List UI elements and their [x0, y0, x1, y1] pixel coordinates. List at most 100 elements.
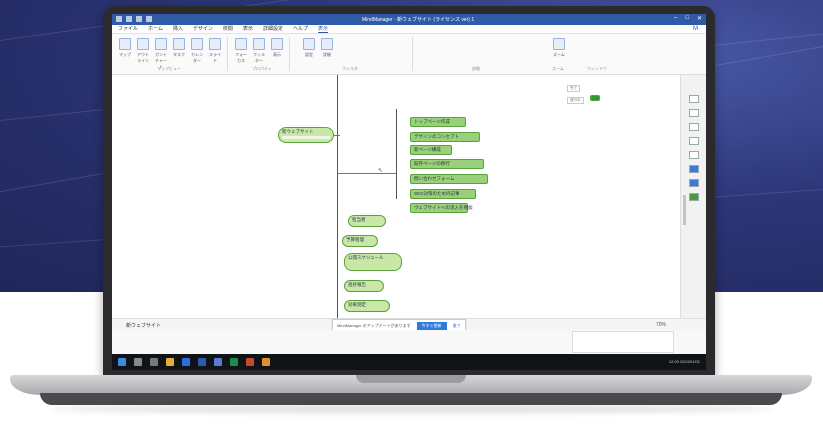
panel-icon[interactable]	[689, 109, 699, 117]
vertical-scrollbar[interactable]	[683, 195, 686, 225]
central-topic[interactable]: 新ウェブサイト	[278, 127, 334, 143]
help-icon[interactable]: M·	[693, 26, 700, 32]
ribbon-button-filter[interactable]: フィルター	[252, 38, 266, 64]
word-icon[interactable]	[198, 358, 206, 366]
laptop-shadow	[50, 405, 772, 413]
tab-insert[interactable]: 挿入	[173, 25, 183, 33]
mouse-cursor-icon: ↖	[378, 168, 384, 174]
later-button[interactable]: 後で	[453, 323, 461, 329]
panel-icon[interactable]	[689, 179, 699, 187]
topic-node[interactable]: デザインのコンセプト	[410, 132, 480, 142]
panel-icon[interactable]	[689, 95, 699, 103]
title-bar: MindManager - 新ウェブサイト (ライセンス ver) 1 – □ …	[112, 14, 706, 25]
tab-review[interactable]: 校閲	[223, 25, 233, 33]
ribbon-button-detail[interactable]: 詳細	[320, 38, 334, 58]
excel-icon[interactable]	[230, 358, 238, 366]
panel-icon[interactable]	[689, 193, 699, 201]
ribbon-separator	[227, 37, 228, 71]
search-icon[interactable]	[134, 358, 142, 366]
mindmanager-icon[interactable]	[214, 358, 222, 366]
gear-icon	[303, 38, 315, 50]
panel-icon[interactable]	[689, 165, 699, 173]
ribbon-group-label: マップビュー	[157, 66, 181, 71]
ribbon-button-zoom[interactable]: ズーム	[552, 38, 566, 58]
browser-icon[interactable]	[182, 358, 190, 366]
ribbon-group-label: ズーム	[552, 66, 564, 71]
save-icon[interactable]	[116, 16, 122, 22]
folder-icon[interactable]	[166, 358, 174, 366]
calendar-icon	[191, 38, 203, 50]
panel-icon[interactable]	[689, 137, 699, 145]
topic-node[interactable]: ウェブサイトへの流入を増加	[410, 203, 473, 213]
ribbon-button-slide[interactable]: スライド	[208, 38, 222, 64]
topic-node[interactable]: 公開スケジュール	[344, 253, 402, 271]
status-tag: 完了	[567, 85, 580, 92]
topic-node[interactable]: 担当者	[348, 215, 386, 227]
topic-node[interactable]: SEO対策のための記事	[410, 189, 476, 199]
ribbon-group-label: ウィンドウ	[587, 66, 607, 71]
topic-node[interactable]: 既存ページの移行	[410, 159, 484, 169]
undo-icon[interactable]	[126, 16, 132, 22]
quick-access-toolbar	[116, 16, 152, 22]
ribbon-tabs: ファイル ホーム 挿入 デザイン 校閲 表示 詳細設定 ヘルプ 表示 M·	[112, 25, 706, 34]
maximize-button[interactable]: □	[685, 15, 689, 22]
topic-node[interactable]: 予算管理	[342, 235, 378, 247]
tab-home[interactable]: ホーム	[148, 25, 163, 33]
ribbon-group-label: プロパティ	[252, 66, 272, 71]
zoom-level: 70%	[655, 322, 666, 328]
tab-help[interactable]: ヘルプ	[293, 25, 308, 33]
tab-design[interactable]: デザイン	[193, 25, 213, 33]
topic-node[interactable]: 進捗報告	[344, 280, 384, 292]
app-icon[interactable]	[262, 358, 270, 366]
tab-advanced[interactable]: 詳細設定	[263, 25, 283, 33]
map-view-icon	[119, 38, 131, 50]
laptop-notch	[356, 375, 466, 383]
connector-line	[337, 173, 397, 174]
focus-icon	[235, 38, 247, 50]
map-canvas[interactable]: 新ウェブサイト トップページ作成 デザインのコンセプト 新ページ構成 既存ページ…	[112, 75, 680, 318]
ribbon-separator	[412, 37, 413, 71]
lower-pane	[112, 330, 706, 354]
topic-node[interactable]: 問い合わせフォーム	[410, 174, 488, 184]
powerpoint-icon[interactable]	[246, 358, 254, 366]
notification-panel	[572, 331, 674, 353]
system-tray-clock: 12:00 2024/01/01	[668, 359, 700, 364]
status-tag: 進行中	[567, 97, 584, 104]
ribbon-button-outline[interactable]: アウトライン	[136, 38, 150, 64]
ribbon-button-task[interactable]: タスク	[172, 38, 186, 58]
tab-display[interactable]: 表示	[317, 25, 328, 33]
tab-view[interactable]: 表示	[243, 25, 253, 33]
ribbon-button-map[interactable]: マップ	[118, 38, 132, 58]
window-controls: – □ ✕	[674, 15, 702, 22]
map-document-tab[interactable]: 新ウェブサイト	[126, 322, 161, 329]
ribbon-button-show[interactable]: 表示	[270, 38, 284, 58]
minimize-button[interactable]: –	[674, 15, 677, 22]
ribbon-separator	[289, 37, 290, 71]
laptop-base	[10, 375, 812, 415]
topic-node[interactable]: 新ページ構成	[410, 145, 452, 155]
connector-line	[396, 109, 397, 199]
laptop-underside	[40, 393, 782, 405]
close-button[interactable]: ✕	[697, 15, 702, 22]
ribbon-group-label: 詳細	[472, 66, 480, 71]
topic-node[interactable]: 効果測定	[344, 300, 390, 312]
tab-file[interactable]: ファイル	[118, 25, 138, 33]
task-view-icon[interactable]	[150, 358, 158, 366]
zoom-icon	[553, 38, 565, 50]
windows-taskbar: 12:00 2024/01/01	[112, 354, 706, 370]
outline-icon	[137, 38, 149, 50]
ribbon-button-settings[interactable]: 設定	[302, 38, 316, 58]
topic-node[interactable]: トップページ作成	[410, 117, 466, 127]
ribbon: マップ アウトライン ガントチャート タスク カレンダー スライド フォーカス …	[112, 34, 706, 75]
task-icon	[173, 38, 185, 50]
ribbon-button-calendar[interactable]: カレンダー	[190, 38, 204, 64]
print-icon[interactable]	[146, 16, 152, 22]
start-icon[interactable]	[118, 358, 126, 366]
gantt-icon	[155, 38, 167, 50]
ribbon-button-focus[interactable]: フォーカス	[234, 38, 248, 64]
panel-icon[interactable]	[689, 151, 699, 159]
panel-icon[interactable]	[689, 123, 699, 131]
update-now-button[interactable]: 今すぐ更新	[416, 322, 447, 330]
ribbon-group-label: フィルタ	[342, 66, 358, 71]
redo-icon[interactable]	[136, 16, 142, 22]
